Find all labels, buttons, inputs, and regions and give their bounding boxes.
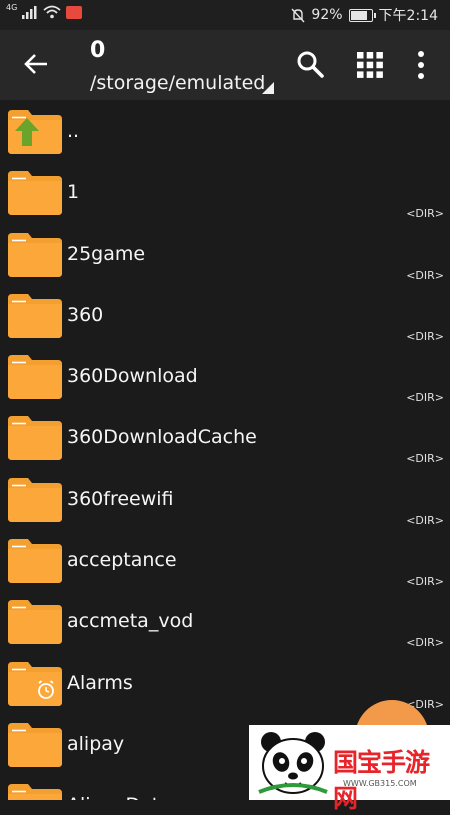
dir-tag: <DIR>: [406, 329, 444, 343]
parent-directory-item[interactable]: ..: [0, 100, 450, 161]
file-name: accmeta_vod: [67, 610, 194, 633]
panda-logo-icon: [258, 732, 328, 794]
dir-tag: <DIR>: [406, 391, 444, 405]
watermark-url: WWW.GB315.COM: [343, 779, 417, 788]
dir-tag: <DIR>: [406, 575, 444, 589]
search-icon[interactable]: [296, 50, 324, 78]
dir-tag: <DIR>: [406, 207, 444, 221]
more-vert-icon[interactable]: [416, 50, 426, 80]
file-name: 1: [67, 181, 80, 204]
folder-item[interactable]: 1 <DIR>: [0, 161, 450, 222]
folder-icon: [8, 539, 62, 584]
folder-item[interactable]: acceptance <DIR>: [0, 529, 450, 590]
dir-tag: <DIR>: [406, 452, 444, 466]
toolbar: 0 /storage/emulated: [0, 30, 450, 100]
folder-icon: [8, 293, 62, 338]
file-name: 25game: [67, 242, 146, 265]
folder-item[interactable]: accmeta_vod <DIR>: [0, 590, 450, 651]
battery-fill: [350, 10, 368, 20]
folder-icon: [8, 600, 62, 645]
file-name: 360Download: [67, 365, 198, 388]
dropdown-triangle-icon[interactable]: [262, 82, 274, 94]
folder-icon: [8, 477, 62, 522]
folder-item[interactable]: 360freewifi <DIR>: [0, 468, 450, 529]
folder-item[interactable]: 360Download <DIR>: [0, 345, 450, 406]
watermark: 国宝手游网 WWW.GB315.COM: [249, 725, 450, 813]
grid-view-icon[interactable]: [357, 52, 383, 78]
parent-folder-up-icon: [8, 110, 62, 154]
file-name: AlipayData: [67, 794, 171, 800]
folder-item[interactable]: 25game <DIR>: [0, 223, 450, 284]
mute-bell-icon: [291, 8, 305, 22]
dir-tag: <DIR>: [406, 268, 444, 282]
file-name: ..: [67, 120, 80, 142]
folder-icon: [8, 355, 62, 400]
battery-icon: [348, 8, 376, 22]
wifi-icon: [43, 5, 61, 19]
alarm-folder-icon: [8, 661, 62, 706]
folder-item[interactable]: 360DownloadCache <DIR>: [0, 406, 450, 467]
status-right: 92% 下午2:14: [291, 5, 438, 25]
folder-icon: [8, 416, 62, 461]
file-name: Alarms: [67, 671, 133, 694]
folder-icon: [8, 784, 62, 800]
status-bar: 4G 92% 下午2:14: [0, 0, 450, 30]
app-notification-icon: [66, 5, 83, 19]
file-name: 360DownloadCache: [67, 426, 257, 449]
file-name: 360freewifi: [67, 487, 174, 510]
path-dropdown[interactable]: /storage/emulated: [90, 72, 265, 94]
battery-percent: 92%: [311, 7, 343, 23]
dir-tag: <DIR>: [406, 636, 444, 650]
signal-icon: [22, 5, 37, 19]
folder-icon: [8, 232, 62, 277]
clock: 下午2:14: [378, 8, 438, 24]
dir-tag: <DIR>: [406, 513, 444, 527]
folder-icon: [8, 722, 62, 767]
file-name: 360: [67, 303, 104, 326]
back-arrow-icon[interactable]: [22, 50, 50, 78]
status-left: 4G: [6, 2, 83, 19]
file-name: alipay: [67, 732, 125, 755]
folder-title: 0: [90, 38, 106, 63]
network-type: 4G: [6, 2, 18, 12]
folder-item[interactable]: 360 <DIR>: [0, 284, 450, 345]
file-list: .. 1 <DIR> 25game <DIR> 360 <DIR> 360Download <D…: [0, 100, 450, 800]
file-name: acceptance: [67, 549, 177, 572]
folder-icon: [8, 171, 62, 216]
